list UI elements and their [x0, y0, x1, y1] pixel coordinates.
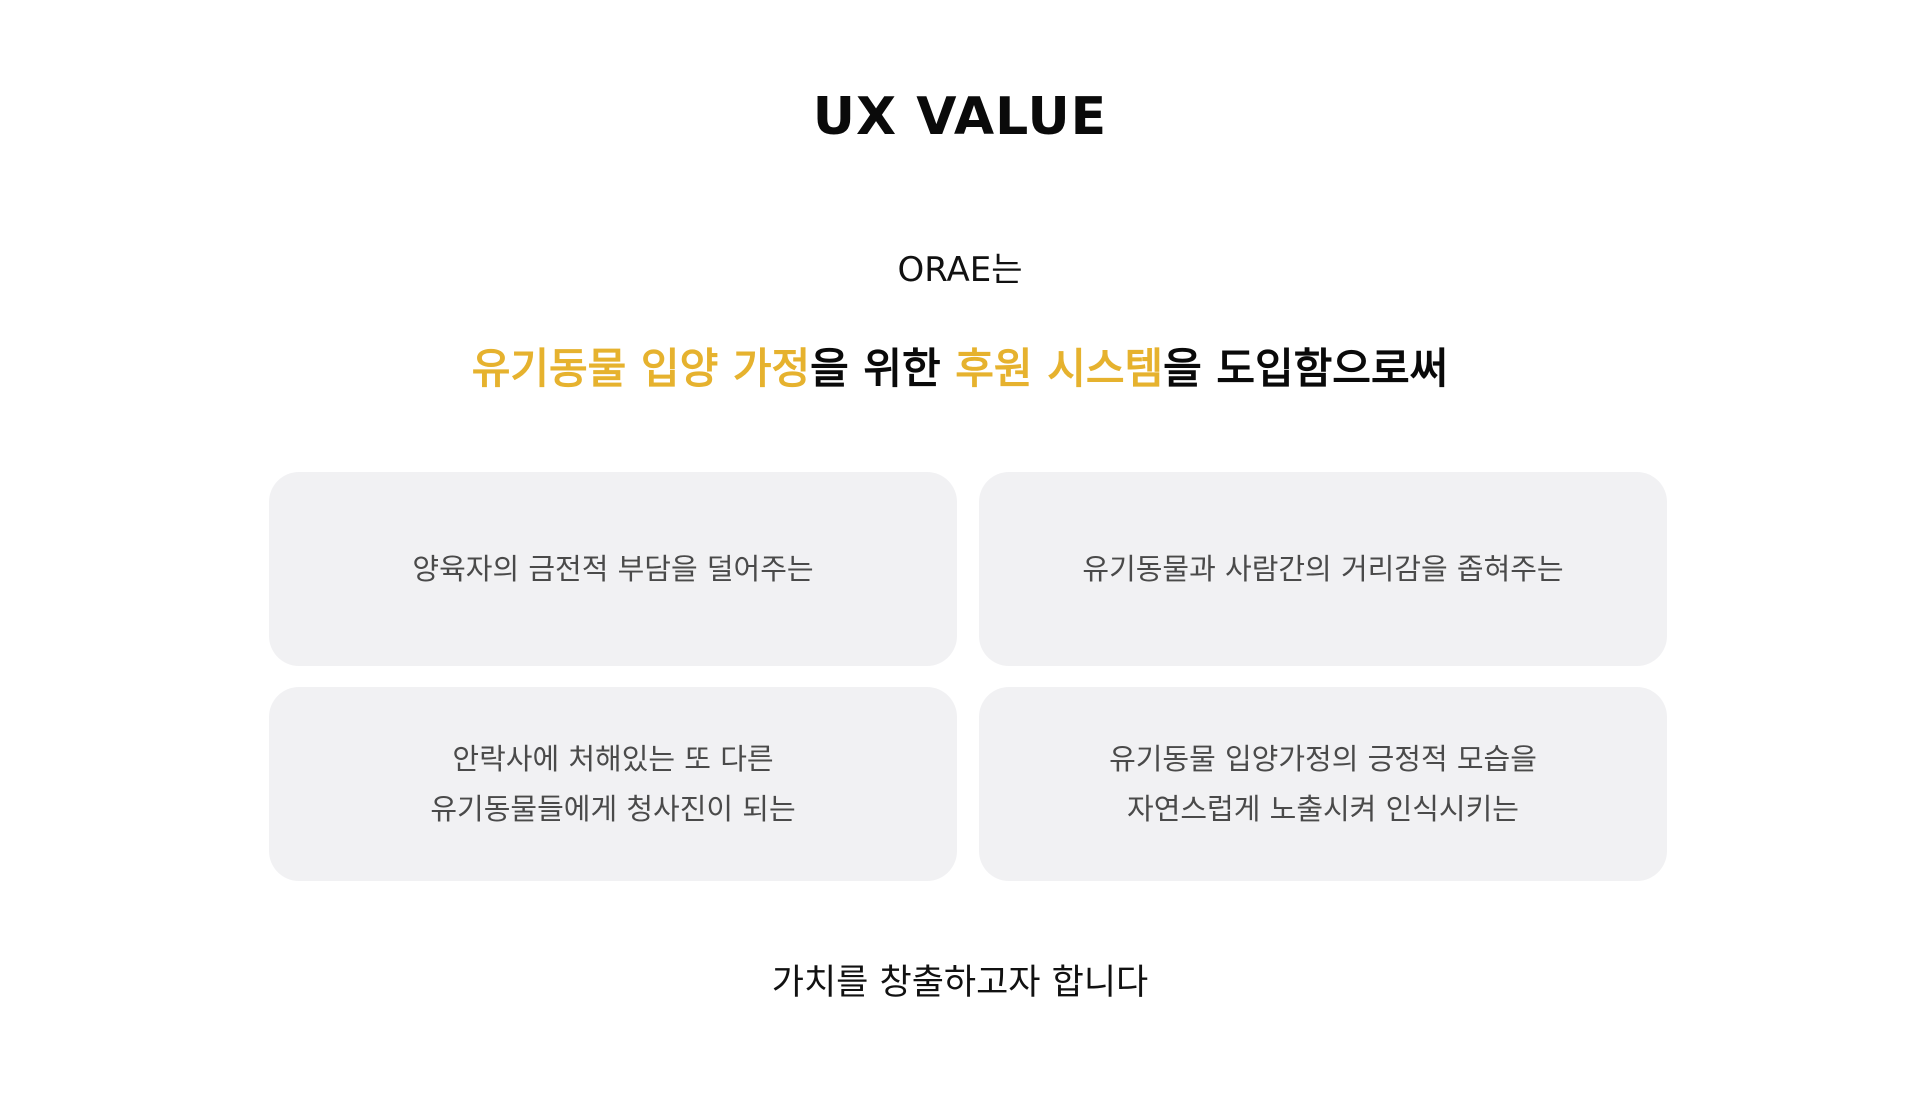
intro-text: ORAE는 [897, 250, 1023, 290]
headline-text-for: 을 위한 [810, 344, 956, 393]
value-card-financial-burden: 양육자의 금전적 부담을 덜어주는 [269, 472, 957, 666]
card-text-line-2: 유기동물들에게 청사진이 되는 [430, 792, 796, 826]
headline-highlight-sponsorship: 후원 시스템 [955, 344, 1164, 393]
section-title: UX VALUE [812, 86, 1108, 147]
closing-text: 가치를 창출하고자 합니다 [771, 963, 1149, 1003]
headline: 유기동물 입양 가정을 위한 후원 시스템을 도입함으로써 [0, 342, 1920, 396]
card-text: 유기동물과 사람간의 거리감을 좁혀주는 [1082, 552, 1564, 586]
card-text-line-1: 안락사에 처해있는 또 다른 [452, 742, 774, 776]
card-text: 양육자의 금전적 부담을 덜어주는 [412, 552, 814, 586]
headline-text-introduce: 을 도입함으로써 [1163, 344, 1449, 393]
value-card-blueprint: 안락사에 처해있는 또 다른 유기동물들에게 청사진이 되는 [269, 687, 957, 881]
card-text-line-1: 유기동물 입양가정의 긍정적 모습을 [1109, 742, 1537, 776]
value-card-awareness: 유기동물 입양가정의 긍정적 모습을 자연스럽게 노출시켜 인식시키는 [979, 687, 1667, 881]
card-text-line-2: 자연스럽게 노출시켜 인식시키는 [1127, 792, 1519, 826]
value-card-closeness: 유기동물과 사람간의 거리감을 좁혀주는 [979, 472, 1667, 666]
headline-highlight-adoption: 유기동물 입양 가정 [471, 344, 811, 393]
